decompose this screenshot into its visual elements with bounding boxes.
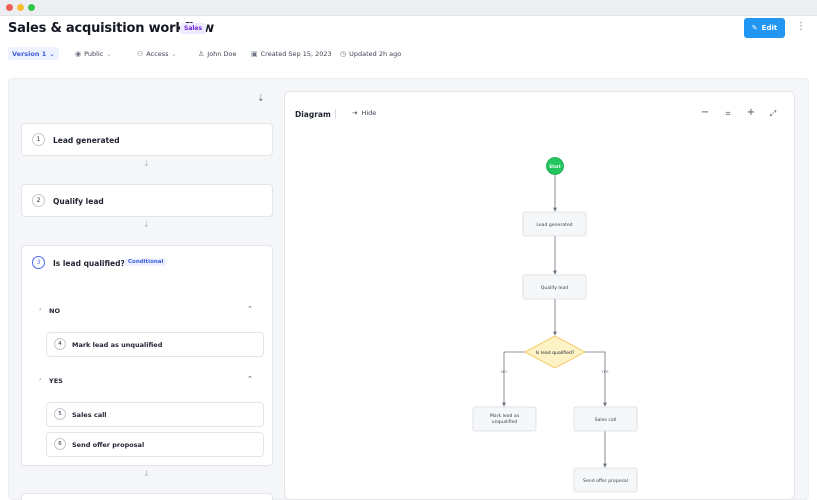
visibility-label: Public <box>84 50 104 58</box>
calendar-icon: ▣ <box>251 50 258 58</box>
step-label: Send offer proposal <box>72 441 145 449</box>
flow-diagram: Start Lead generated Qualify lead Is lea… <box>472 157 638 493</box>
node-label: Lead generated <box>536 222 572 228</box>
version-dropdown[interactable]: Version 1 ⌄ <box>8 47 59 60</box>
chevron-right-icon[interactable]: › <box>39 376 41 383</box>
step-number: 6 <box>54 438 66 450</box>
edge-decision-no <box>502 351 525 407</box>
node-label: Sales call <box>595 417 617 423</box>
step-card-4[interactable]: 4 Mark lead as unqualified <box>46 332 264 357</box>
arrow-down-icon: ↓ <box>143 159 150 168</box>
more-options-icon[interactable]: ⋮ <box>796 22 806 32</box>
category-tag: Sales <box>180 23 207 34</box>
node-label-line1: Mark lead as <box>490 413 520 419</box>
edge-decision-yes <box>585 351 607 407</box>
edit-button[interactable]: ✎ Edit <box>744 18 785 38</box>
step-number: 1 <box>32 133 45 146</box>
edge-label-yes: YES <box>601 369 609 374</box>
updated-info: ◷ Updated 2h ago <box>340 48 401 60</box>
step-number: 3 <box>32 256 45 269</box>
chevron-right-icon[interactable]: › <box>39 306 41 313</box>
collapse-icon[interactable]: ⌃ <box>247 305 253 313</box>
diagram-panel: Diagram ⇥ Hide − ⌗ + ⤢ Start Lead genera… <box>284 91 795 500</box>
arrow-down-icon: ↓ <box>143 220 150 229</box>
edge-label-no: NO <box>501 369 507 374</box>
step-label: Lead generated <box>53 136 120 145</box>
step-number: 2 <box>32 194 45 207</box>
node-label: Qualify lead <box>541 285 569 291</box>
access-dropdown[interactable]: ⚇ Access ⌄ <box>137 48 177 60</box>
pencil-icon: ✎ <box>751 24 758 32</box>
decision-label: Is lead qualified? <box>536 350 575 356</box>
owner-info: ♙ John Doe <box>198 48 236 60</box>
chevron-down-icon: ⌄ <box>49 49 55 58</box>
clock-icon: ◷ <box>340 50 347 58</box>
step-label: Qualify lead <box>53 197 104 206</box>
step-card-6[interactable]: 6 Send offer proposal <box>46 432 264 457</box>
user-icon: ♙ <box>198 50 205 58</box>
node-label-line2: unqualified <box>492 419 518 425</box>
eye-icon: ◉ <box>75 50 82 58</box>
owner-name: John Doe <box>207 50 237 58</box>
step-card-next[interactable] <box>21 493 273 500</box>
arrow-down-icon: ↓ <box>143 469 150 478</box>
start-node-label: Start <box>549 164 560 169</box>
visibility-dropdown[interactable]: ◉ Public ⌄ <box>75 48 111 60</box>
maximize-window-button[interactable] <box>28 4 35 11</box>
step-number: 5 <box>54 408 66 420</box>
sort-icon[interactable]: ⇣ <box>257 94 265 104</box>
conditional-badge: Conditional <box>124 258 168 266</box>
created-info: ▣ Created Sep 15, 2023 <box>251 48 332 60</box>
close-window-button[interactable] <box>6 4 13 11</box>
node-mark-unqualified[interactable] <box>472 406 537 432</box>
step-number: 4 <box>54 338 66 350</box>
edit-button-label: Edit <box>761 24 778 32</box>
users-icon: ⚇ <box>137 50 144 58</box>
step-label: Sales call <box>72 411 107 419</box>
window-titlebar <box>0 0 817 16</box>
step-label: Mark lead as unqualified <box>72 341 163 349</box>
created-date: Created Sep 15, 2023 <box>260 50 332 58</box>
collapse-icon[interactable]: ⌃ <box>247 375 253 383</box>
updated-time: Updated 2h ago <box>349 50 402 58</box>
branch-label-no[interactable]: NO <box>49 307 60 315</box>
minimize-window-button[interactable] <box>17 4 24 11</box>
step-card-5[interactable]: 5 Sales call <box>46 402 264 427</box>
branch-label-yes[interactable]: YES <box>49 377 63 385</box>
chevron-down-icon: ⌄ <box>171 50 177 58</box>
step-card-1[interactable]: 1 Lead generated <box>21 123 273 156</box>
step-label: Is lead qualified? <box>53 259 125 268</box>
step-card-2[interactable]: 2 Qualify lead <box>21 184 273 217</box>
chevron-down-icon: ⌄ <box>106 50 112 58</box>
node-label: Send offer proposal <box>583 478 628 484</box>
access-label: Access <box>146 50 169 58</box>
version-label: Version 1 <box>12 49 47 58</box>
